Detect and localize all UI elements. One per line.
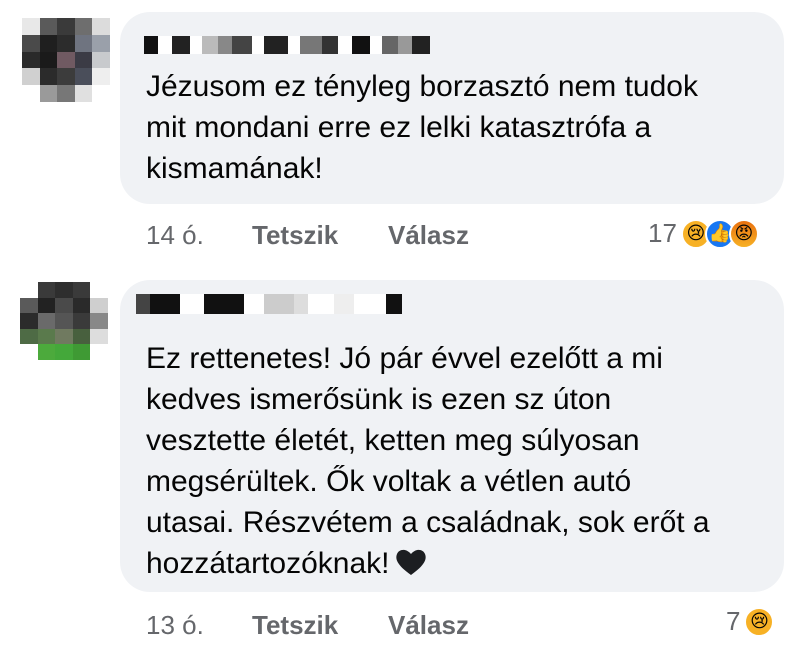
like-button[interactable]: Tetszik xyxy=(252,610,338,641)
commenter-name[interactable] xyxy=(144,36,430,54)
comment-actions: 13 ó. Tetszik Válasz xyxy=(146,610,786,644)
reply-button[interactable]: Válasz xyxy=(388,610,469,641)
comment-time[interactable]: 13 ó. xyxy=(146,610,204,641)
reaction-count: 7 xyxy=(726,606,741,636)
comment-text: Jézusom ez tényleg borzasztó nem tudok m… xyxy=(146,70,698,185)
comment-bubble: Ez rettenetes! Jó pár évvel ezelőtt a mi… xyxy=(120,280,784,592)
reply-button[interactable]: Válasz xyxy=(388,220,469,251)
reaction-count: 17 xyxy=(648,218,677,248)
sad-react-icon: 😢 xyxy=(744,606,775,637)
angry-react-icon: 😡 xyxy=(728,218,759,249)
avatar[interactable] xyxy=(22,18,110,102)
reactions-summary[interactable]: 17 😢 👍 😡 xyxy=(648,218,759,249)
like-button[interactable]: Tetszik xyxy=(252,220,338,251)
avatar[interactable] xyxy=(20,282,108,360)
commenter-name[interactable] xyxy=(136,294,402,314)
comment-text-content: Ez rettenetes! Jó pár évvel ezelőtt a mi… xyxy=(146,342,710,580)
comment-text: Ez rettenetes! Jó pár évvel ezelőtt a mi… xyxy=(146,338,710,584)
reactions-summary[interactable]: 7 😢 xyxy=(726,606,775,637)
comment-bubble: Jézusom ez tényleg borzasztó nem tudok m… xyxy=(120,12,784,204)
black-heart-icon xyxy=(396,549,427,575)
comment-time[interactable]: 14 ó. xyxy=(146,220,204,251)
